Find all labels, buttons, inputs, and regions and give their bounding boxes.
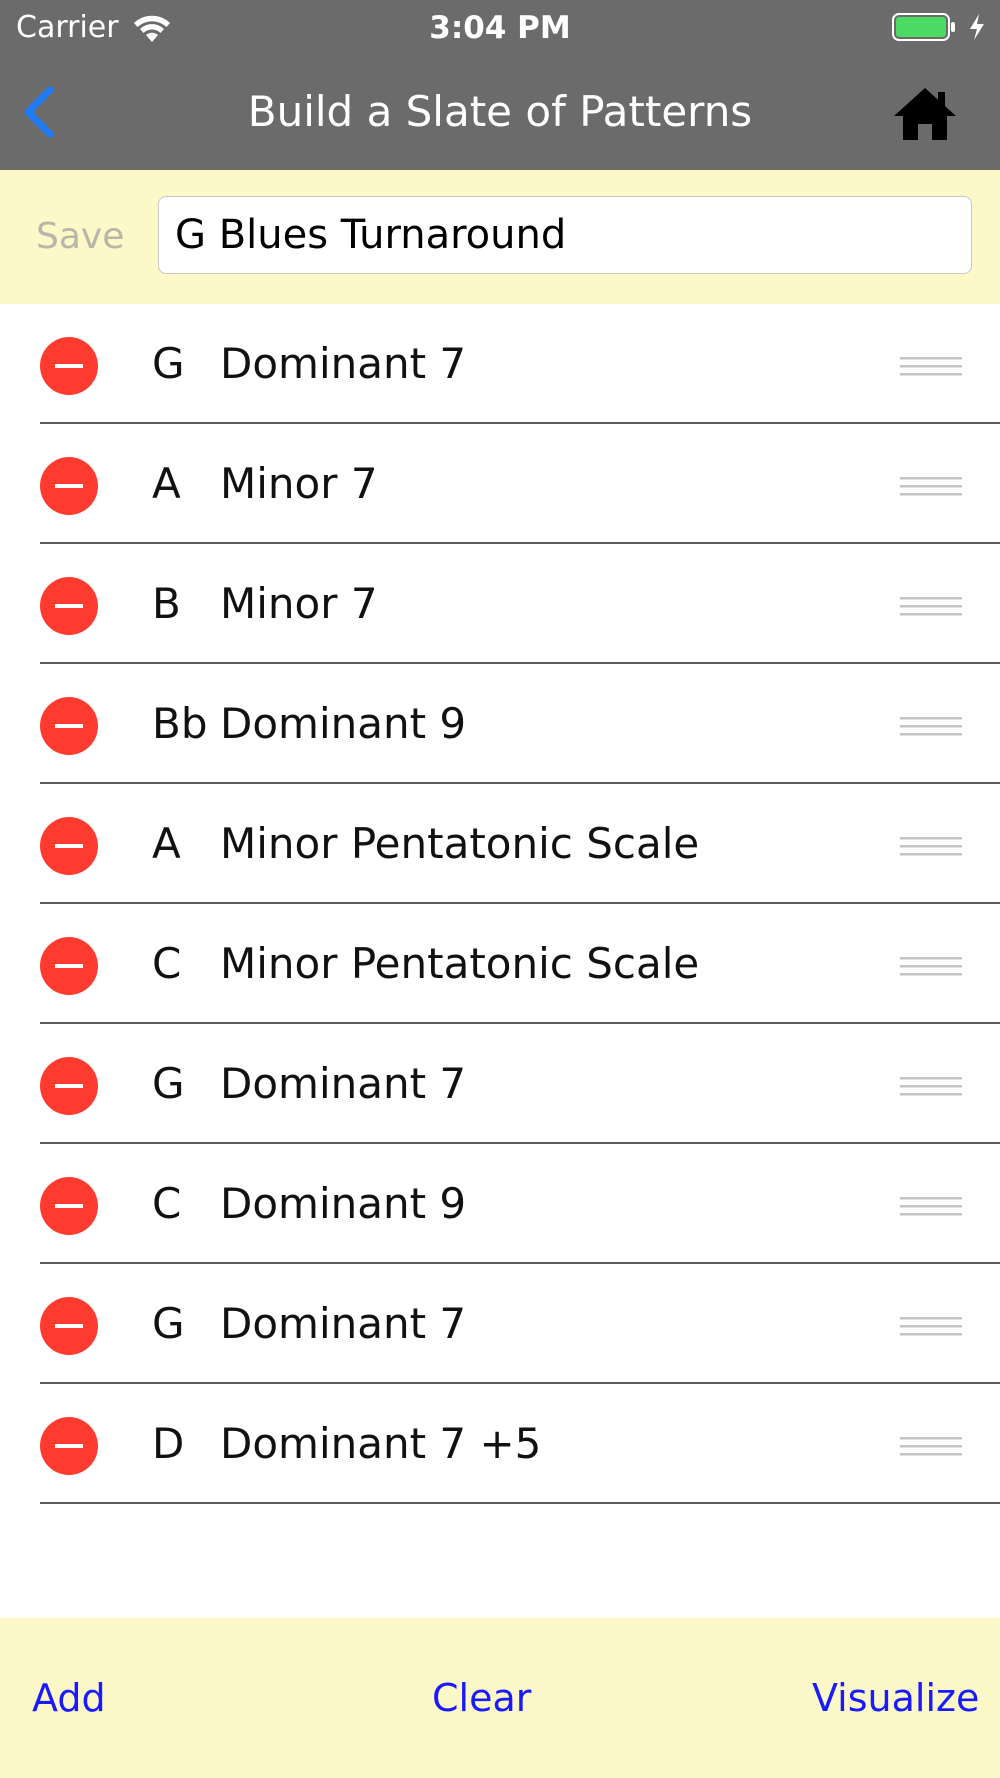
pattern-label: D Dominant 7 +5	[152, 1414, 541, 1474]
header: Carrier 3:04 PM Build a Slate of Pattern…	[0, 0, 1000, 170]
delete-icon[interactable]	[40, 577, 98, 635]
pattern-label: C Dominant 9	[152, 1174, 466, 1234]
pattern-root: A	[152, 459, 181, 508]
pattern-name: Dominant 7	[220, 1299, 467, 1348]
pattern-label: G Dominant 7	[152, 1054, 466, 1114]
battery-icon	[892, 13, 955, 41]
chevron-left-icon[interactable]	[16, 76, 66, 146]
list-item[interactable]: D Dominant 7 +5	[0, 1384, 1000, 1504]
delete-icon[interactable]	[40, 1297, 98, 1355]
nav-bar: Build a Slate of Patterns	[0, 54, 1000, 170]
page-title: Build a Slate of Patterns	[247, 87, 753, 136]
pattern-root: A	[152, 819, 181, 868]
pattern-root: G	[152, 339, 185, 388]
delete-icon[interactable]	[40, 1417, 98, 1475]
pattern-label: G Dominant 7	[152, 1294, 466, 1354]
pattern-label: A Minor Pentatonic Scale	[152, 814, 699, 874]
reorder-handle-icon[interactable]	[900, 592, 962, 622]
pattern-name: Dominant 9	[220, 1179, 467, 1228]
delete-icon[interactable]	[40, 1177, 98, 1235]
pattern-root: B	[152, 579, 181, 628]
charging-bolt-icon	[970, 14, 984, 40]
delete-icon[interactable]	[40, 457, 98, 515]
delete-icon[interactable]	[40, 697, 98, 755]
list-item[interactable]: G Dominant 7	[0, 1264, 1000, 1384]
status-bar: Carrier 3:04 PM	[0, 0, 1000, 54]
pattern-name: Minor 7	[220, 579, 378, 628]
reorder-handle-icon[interactable]	[900, 352, 962, 382]
clear-button[interactable]: Clear	[432, 1670, 531, 1726]
list-item[interactable]: B Minor 7	[0, 544, 1000, 664]
reorder-handle-icon[interactable]	[900, 832, 962, 862]
save-button[interactable]: Save	[36, 212, 146, 262]
pattern-list: G Dominant 7 A Minor 7 B Minor 7 Bb Dominant…	[0, 304, 1000, 1504]
reorder-handle-icon[interactable]	[900, 712, 962, 742]
pattern-label: B Minor 7	[152, 574, 378, 634]
list-item[interactable]: C Dominant 9	[0, 1144, 1000, 1264]
delete-icon[interactable]	[40, 1057, 98, 1115]
home-icon[interactable]	[890, 84, 960, 144]
pattern-label: G Dominant 7	[152, 334, 466, 394]
list-item[interactable]: A Minor 7	[0, 424, 1000, 544]
pattern-root: G	[152, 1059, 185, 1108]
reorder-handle-icon[interactable]	[900, 1312, 962, 1342]
bottom-toolbar: Add Clear Visualize	[0, 1618, 1000, 1778]
reorder-handle-icon[interactable]	[900, 1072, 962, 1102]
delete-icon[interactable]	[40, 337, 98, 395]
pattern-name: Dominant 9	[220, 699, 467, 748]
add-button[interactable]: Add	[32, 1670, 106, 1726]
pattern-root: Bb	[152, 699, 208, 748]
slate-name-input[interactable]	[158, 196, 972, 274]
pattern-name: Dominant 7	[220, 1059, 467, 1108]
reorder-handle-icon[interactable]	[900, 1432, 962, 1462]
save-panel: Save	[0, 170, 1000, 304]
list-item[interactable]: G Dominant 7	[0, 1024, 1000, 1144]
delete-icon[interactable]	[40, 817, 98, 875]
list-item[interactable]: C Minor Pentatonic Scale	[0, 904, 1000, 1024]
reorder-handle-icon[interactable]	[900, 472, 962, 502]
pattern-name: Dominant 7 +5	[220, 1419, 542, 1468]
visualize-button[interactable]: Visualize	[812, 1670, 979, 1726]
pattern-root: C	[152, 1179, 182, 1228]
pattern-label: C Minor Pentatonic Scale	[152, 934, 699, 994]
pattern-root: D	[152, 1419, 185, 1468]
reorder-handle-icon[interactable]	[900, 1192, 962, 1222]
pattern-name: Dominant 7	[220, 339, 467, 388]
pattern-root: C	[152, 939, 182, 988]
list-item[interactable]: G Dominant 7	[0, 304, 1000, 424]
reorder-handle-icon[interactable]	[900, 952, 962, 982]
pattern-name: Minor Pentatonic Scale	[220, 939, 700, 988]
pattern-label: A Minor 7	[152, 454, 378, 514]
list-item[interactable]: Bb Dominant 9	[0, 664, 1000, 784]
delete-icon[interactable]	[40, 937, 98, 995]
pattern-label: Bb Dominant 9	[152, 694, 466, 754]
pattern-name: Minor 7	[220, 459, 378, 508]
status-time: 3:04 PM	[429, 10, 571, 46]
list-item[interactable]: A Minor Pentatonic Scale	[0, 784, 1000, 904]
pattern-root: G	[152, 1299, 185, 1348]
pattern-name: Minor Pentatonic Scale	[220, 819, 700, 868]
